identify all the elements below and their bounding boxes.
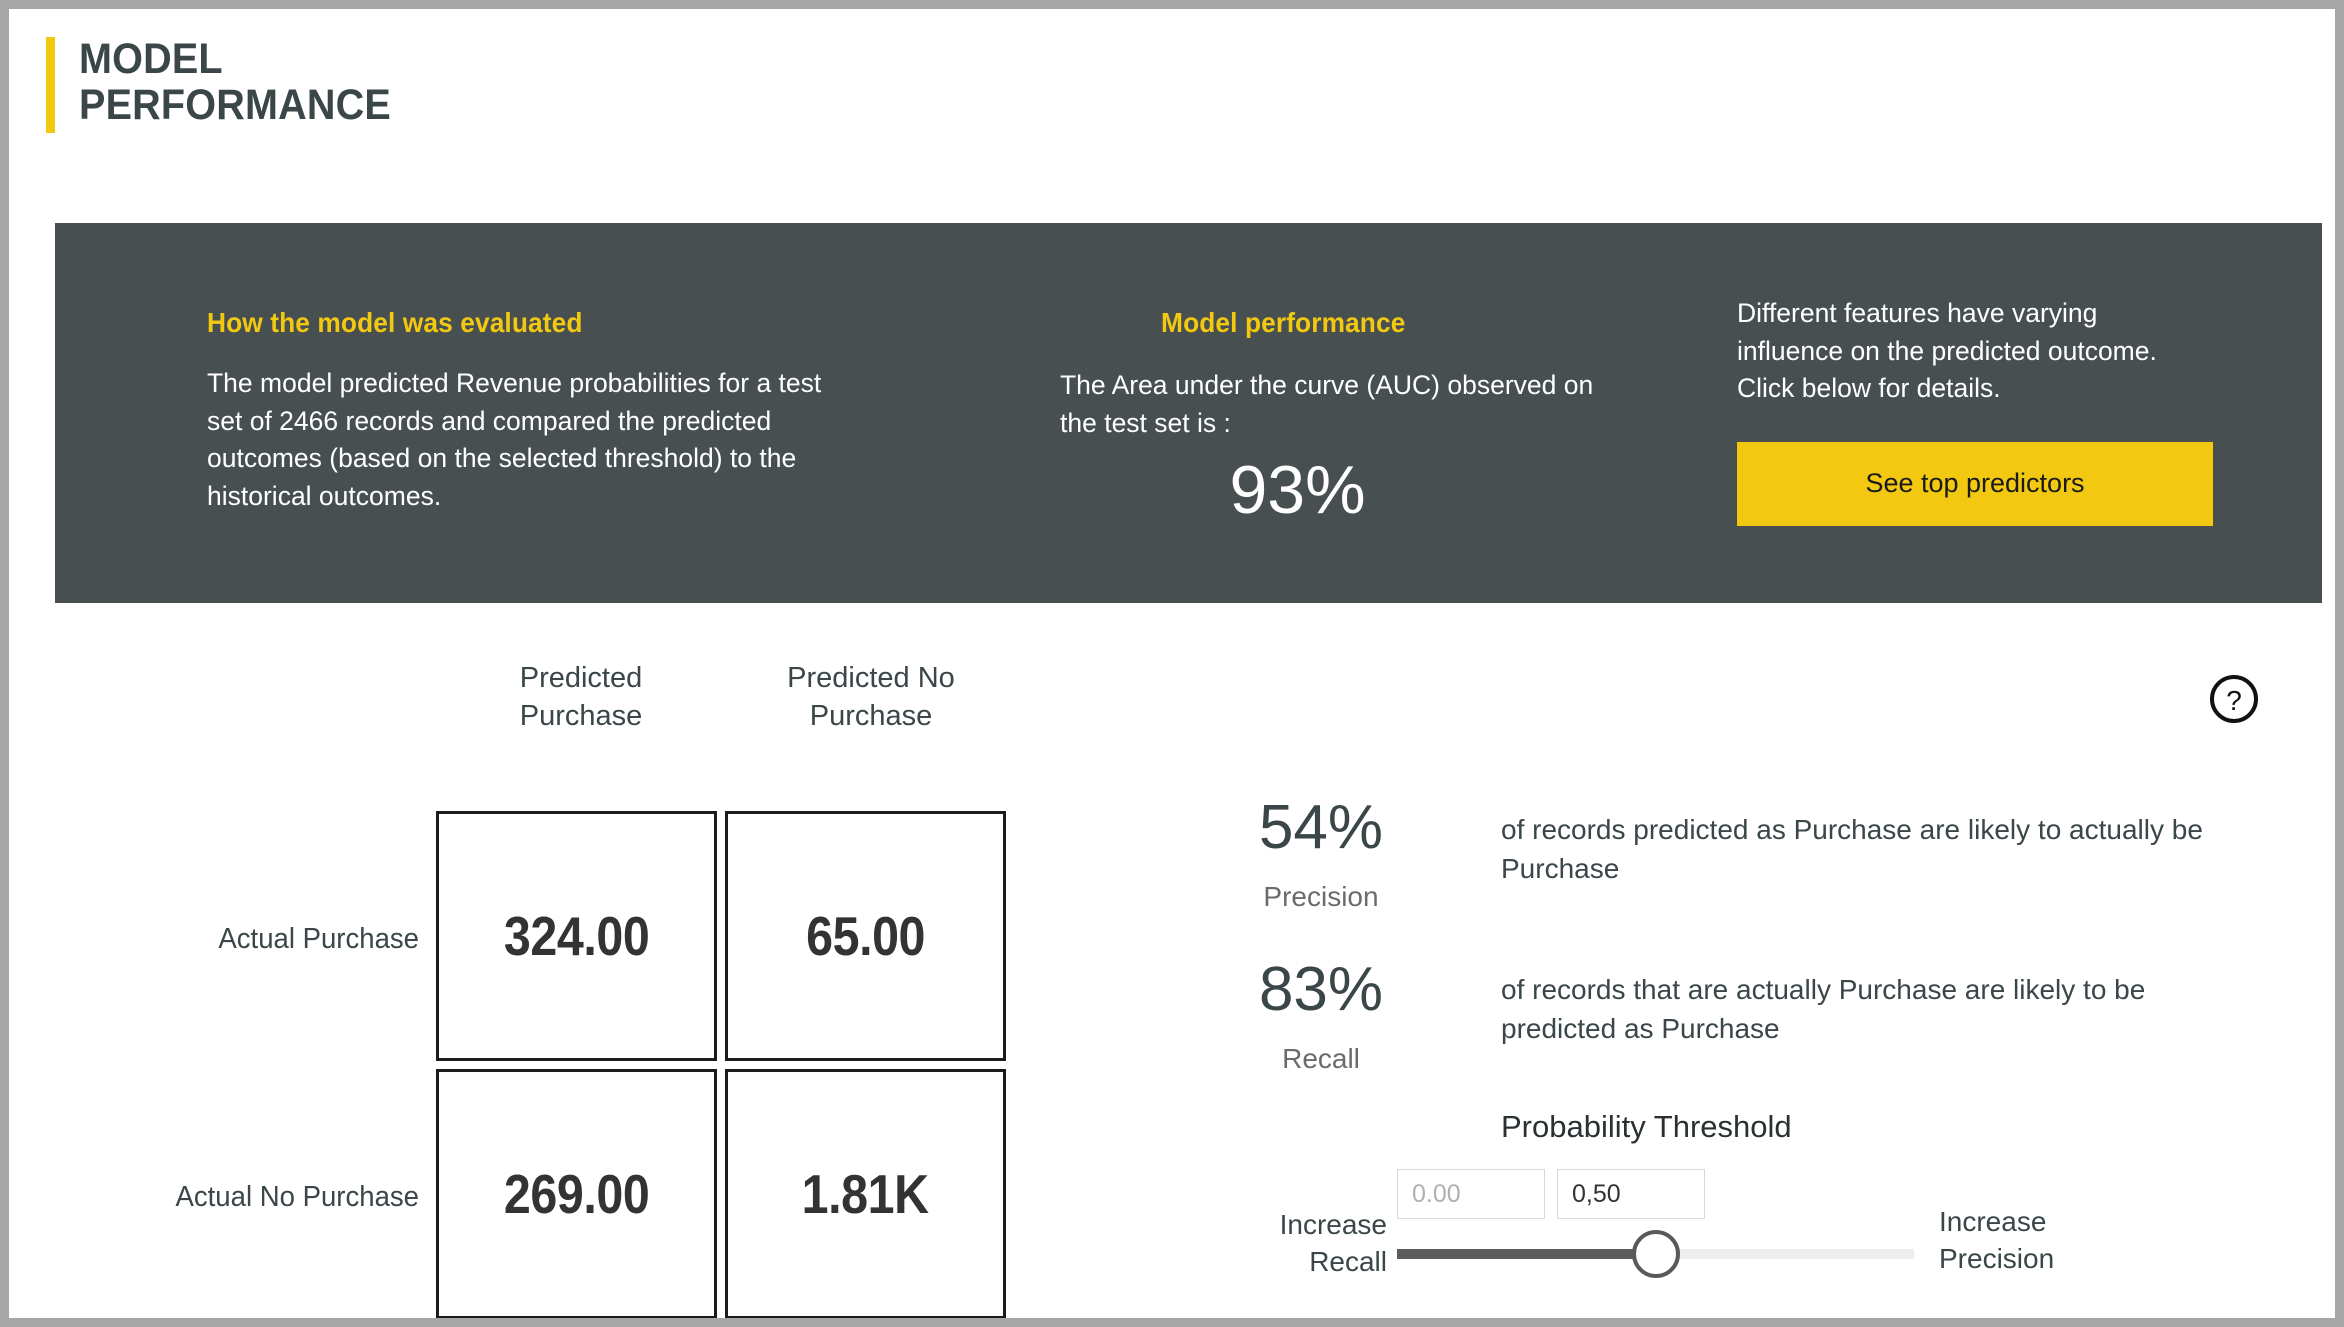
performance-section: Model performance The Area under the cur… [1060, 307, 1620, 524]
page-title: MODEL PERFORMANCE [79, 35, 391, 129]
recall-metric: 83% Recall [1217, 959, 1425, 1075]
evaluation-body: The model predicted Revenue probabilitie… [207, 368, 822, 511]
probability-threshold-control: Probability Threshold 0.00 0,50 [1397, 1109, 1914, 1278]
threshold-max-input[interactable]: 0,50 [1557, 1169, 1705, 1219]
help-icon[interactable]: ? [2208, 673, 2260, 725]
features-section: Different features have varying influenc… [1737, 295, 2217, 526]
performance-heading: Model performance [1161, 307, 1406, 338]
evaluation-heading: How the model was evaluated [207, 307, 583, 338]
svg-text:?: ? [2226, 685, 2242, 716]
threshold-title: Probability Threshold [1501, 1109, 1792, 1144]
recall-label: Recall [1282, 1043, 1360, 1074]
auc-value: 93% [1229, 452, 1366, 529]
cell-value: 65.00 [806, 905, 925, 967]
threshold-input-group: 0.00 0,50 [1397, 1169, 1914, 1219]
cell-true-positive[interactable]: 324.00 [436, 811, 717, 1061]
table-row: 324.00 65.00 [436, 811, 1014, 1061]
header-accent-bar [46, 37, 55, 133]
cell-false-negative[interactable]: 65.00 [725, 811, 1006, 1061]
cell-value: 324.00 [503, 905, 650, 967]
confusion-matrix-column-headers: Predicted Purchase Predicted No Purchase [436, 659, 1016, 736]
table-row: 269.00 1.81K [436, 1069, 1014, 1318]
row-header-actual-purchase: Actual Purchase [218, 923, 419, 955]
confusion-matrix-grid: 324.00 65.00 269.00 1.81K [436, 811, 1014, 1318]
precision-label: Precision [1263, 881, 1379, 912]
precision-description: of records predicted as Purchase are lik… [1501, 814, 2203, 884]
slider-caption-increase-precision: Increase Precision [1939, 1206, 2055, 1274]
performance-body: The Area under the curve (AUC) observed … [1060, 370, 1594, 438]
see-top-predictors-button[interactable]: See top predictors [1737, 441, 2213, 526]
row-header-actual-no-purchase: Actual No Purchase [175, 1181, 419, 1213]
threshold-min-input[interactable]: 0.00 [1397, 1169, 1545, 1219]
precision-value: 54% [1258, 793, 1384, 862]
slider-track-fill [1397, 1249, 1656, 1259]
column-header-predicted-purchase: Predicted Purchase [519, 662, 643, 733]
column-header-predicted-no-purchase: Predicted No Purchase [787, 662, 955, 733]
cell-value: 269.00 [503, 1163, 650, 1225]
recall-description: of records that are actually Purchase ar… [1501, 974, 2146, 1044]
precision-metric: 54% Precision [1217, 797, 1425, 913]
info-panel: How the model was evaluated The model pr… [55, 223, 2322, 603]
cell-false-positive[interactable]: 269.00 [436, 1069, 717, 1318]
cell-true-negative[interactable]: 1.81K [725, 1069, 1006, 1318]
evaluation-section: How the model was evaluated The model pr… [207, 307, 847, 516]
page-header: MODEL PERFORMANCE [46, 35, 418, 133]
threshold-slider[interactable] [1397, 1230, 1914, 1278]
recall-value: 83% [1258, 955, 1384, 1024]
slider-thumb[interactable] [1631, 1230, 1680, 1278]
features-body: Different features have varying influenc… [1737, 298, 2157, 404]
slider-caption-increase-recall: Increase Recall [1279, 1209, 1387, 1277]
model-performance-report: MODEL PERFORMANCE How the model was eval… [0, 0, 2344, 1327]
cell-value: 1.81K [802, 1163, 929, 1225]
